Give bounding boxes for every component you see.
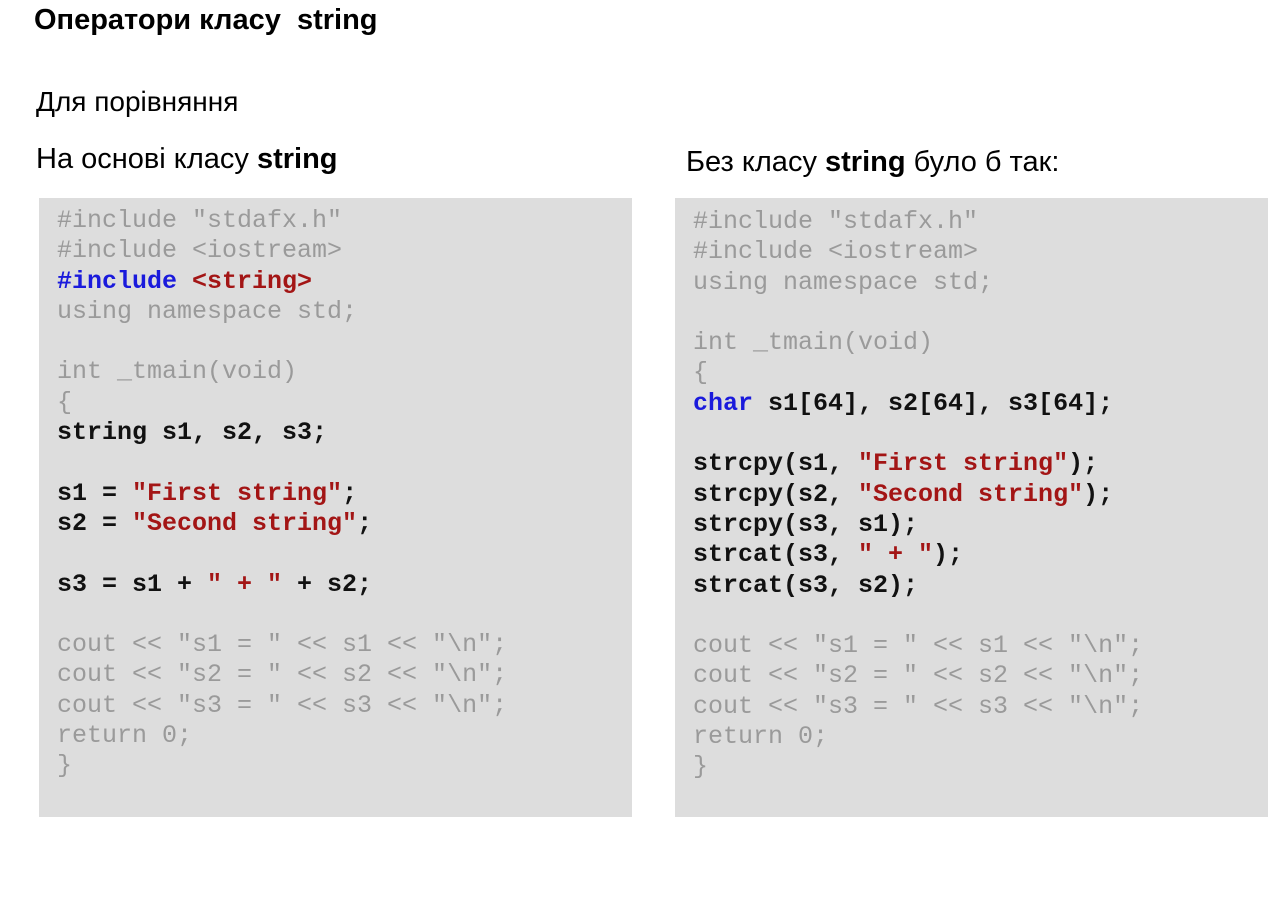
code-token: #include "stdafx.h" xyxy=(693,207,979,236)
right-column-heading: Без класу string було б так: xyxy=(686,146,1059,179)
code-token: cout << "s1 = " << s1 << "\n"; xyxy=(693,631,1144,661)
code-line: using namespace std; xyxy=(693,268,1268,298)
code-token: "First string" xyxy=(858,449,1069,479)
code-token: cout << "s2 = " << s2 << "\n"; xyxy=(693,661,1144,691)
code-token: "Second string" xyxy=(132,508,358,538)
code-token: strcat(s3, s2); xyxy=(693,570,919,600)
code-line: int _tmain(void) xyxy=(57,357,632,387)
code-token: cout << "s1 = " << s1 << "\n"; xyxy=(57,630,508,660)
code-line: } xyxy=(57,751,632,781)
page-subtitle: Для порівняння xyxy=(36,86,239,117)
left-column-heading: На основі класу string xyxy=(36,143,338,176)
code-token: strcpy(s2, xyxy=(693,479,859,509)
code-token: strcat(s3, xyxy=(693,540,859,570)
code-token: strcpy(s1, xyxy=(693,449,859,479)
code-line: cout << "s3 = " << s3 << "\n"; xyxy=(57,691,632,721)
code-line: return 0; xyxy=(57,721,632,751)
code-token: s1[64], s2[64], s3[64]; xyxy=(753,388,1114,418)
code-token: + s2; xyxy=(282,569,373,599)
code-token: { xyxy=(693,358,709,388)
code-line: return 0; xyxy=(693,722,1268,752)
code-token: #include <iostream> xyxy=(693,237,979,267)
code-line: #include <iostream> xyxy=(57,236,632,266)
code-token: cout << "s3 = " << s3 << "\n"; xyxy=(693,691,1144,721)
code-token: #include xyxy=(57,266,193,296)
code-line: char s1[64], s2[64], s3[64]; xyxy=(693,389,1268,419)
code-token: #include "stdafx.h" xyxy=(57,206,343,235)
code-line: { xyxy=(693,358,1268,388)
code-line: { xyxy=(57,388,632,418)
code-line: using namespace std; xyxy=(57,297,632,327)
page-title: Оператори класу string xyxy=(34,4,378,36)
code-token: <string> xyxy=(192,266,313,296)
code-token: using namespace std; xyxy=(57,296,358,326)
code-line: s3 = s1 + " + " + s2; xyxy=(57,570,632,600)
code-line: strcpy(s2, "Second string"); xyxy=(693,480,1268,510)
code-token: ); xyxy=(1083,479,1114,509)
code-token: } xyxy=(693,752,709,782)
code-line: strcat(s3, s2); xyxy=(693,571,1268,601)
code-line: #include "stdafx.h" xyxy=(693,207,1268,237)
code-line: cout << "s2 = " << s2 << "\n"; xyxy=(57,660,632,690)
left-heading-prefix: На основі класу xyxy=(36,143,257,175)
code-token: s1 = xyxy=(57,478,133,508)
code-panel-without-string-class: #include "stdafx.h" #include <iostream> us… xyxy=(675,198,1268,817)
code-token: #include <iostream> xyxy=(57,236,343,266)
code-line: strcpy(s1, "First string"); xyxy=(693,449,1268,479)
code-token: ); xyxy=(933,540,964,570)
code-token: "First string" xyxy=(132,478,343,508)
code-token: strcpy(s3, s1); xyxy=(693,509,919,539)
right-heading-keyword: string xyxy=(825,146,906,178)
code-line: cout << "s2 = " << s2 << "\n"; xyxy=(693,661,1268,691)
code-token: { xyxy=(57,387,73,417)
code-line: #include <string> xyxy=(57,267,632,297)
code-line: } xyxy=(693,752,1268,782)
code-token: } xyxy=(57,751,73,781)
code-line: int _tmain(void) xyxy=(693,328,1268,358)
code-line: s1 = "First string"; xyxy=(57,479,632,509)
right-heading-prefix: Без класу xyxy=(686,146,825,178)
left-heading-keyword: string xyxy=(256,143,338,175)
code-token: using namespace std; xyxy=(693,267,994,297)
code-token: " + " xyxy=(207,569,283,599)
right-heading-suffix: було б так: xyxy=(905,146,1060,178)
code-token: char xyxy=(693,388,754,418)
code-token: return 0; xyxy=(57,721,193,751)
code-token: int _tmain(void) xyxy=(57,357,298,387)
code-panel-with-string-class: #include "stdafx.h" #include <iostream> #i… xyxy=(39,198,632,817)
code-token: ; xyxy=(342,478,358,508)
code-line: cout << "s3 = " << s3 << "\n"; xyxy=(693,692,1268,722)
code-token: string s1, s2, s3; xyxy=(57,418,328,448)
code-line: cout << "s1 = " << s1 << "\n"; xyxy=(57,630,632,660)
code-token: int _tmain(void) xyxy=(693,328,934,358)
code-token: cout << "s3 = " << s3 << "\n"; xyxy=(57,690,508,720)
code-token: ); xyxy=(1068,449,1099,479)
code-line: #include "stdafx.h" xyxy=(57,206,632,236)
code-token: "Second string" xyxy=(858,479,1084,509)
code-line: #include <iostream> xyxy=(693,237,1268,267)
code-line: string s1, s2, s3; xyxy=(57,418,632,448)
code-line: cout << "s1 = " << s1 << "\n"; xyxy=(693,631,1268,661)
code-line: strcpy(s3, s1); xyxy=(693,510,1268,540)
code-token: return 0; xyxy=(693,722,829,752)
code-token: ; xyxy=(357,508,373,538)
code-token: " + " xyxy=(858,540,934,570)
code-line: strcat(s3, " + "); xyxy=(693,540,1268,570)
code-token: cout << "s2 = " << s2 << "\n"; xyxy=(57,660,508,690)
code-token: s3 = s1 + xyxy=(57,569,208,599)
code-line: s2 = "Second string"; xyxy=(57,509,632,539)
code-token: s2 = xyxy=(57,508,133,538)
